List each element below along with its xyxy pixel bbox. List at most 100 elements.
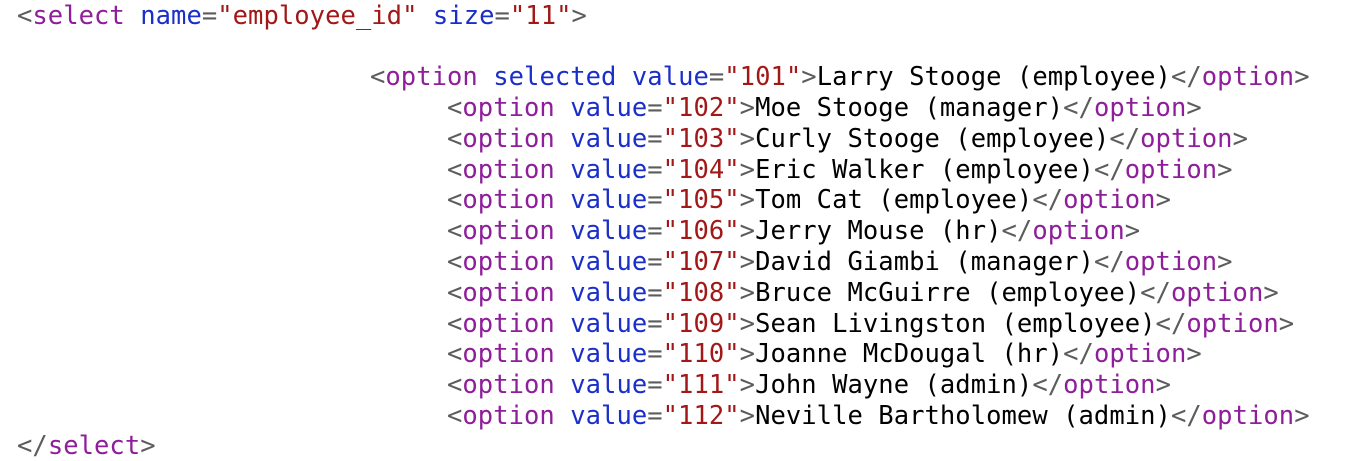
closing-tag-open-bracket: </ [1140, 277, 1171, 308]
option-tag-name: option [462, 247, 555, 277]
option-line: <option value="111">John Wayne (admin)</… [447, 370, 1171, 400]
tag-open-bracket: < [447, 308, 463, 339]
tag-close-bracket: > [1186, 93, 1202, 123]
value-attribute: value [570, 216, 648, 247]
tag-close-bracket: > [1263, 277, 1279, 308]
tag-close-bracket: > [739, 154, 756, 185]
option-closing-tag-name: option [1063, 185, 1156, 216]
equals-sign: = [647, 93, 663, 123]
tag-close-bracket: > [739, 370, 756, 401]
equals-sign: = [647, 216, 663, 247]
option-tag-name: option [462, 401, 555, 431]
select-closing-tag-name: select [47, 431, 141, 461]
size-attribute: size [432, 1, 495, 31]
tag-close-bracket: > [1232, 123, 1248, 154]
option-closing-tag-name: option [1140, 123, 1233, 154]
tag-close-bracket: > [571, 1, 587, 31]
tag-open-bracket: < [447, 247, 463, 277]
tag-close-bracket: > [1186, 339, 1202, 370]
tag-close-bracket: > [739, 216, 756, 247]
option-text: Larry Stooge (employee) [816, 62, 1171, 92]
value-attribute-value: "110" [662, 339, 740, 370]
closing-tag-open-bracket: </ [1032, 185, 1064, 216]
option-closing-tag-name: option [1124, 247, 1218, 277]
closing-tag-open-bracket: </ [1170, 62, 1202, 92]
value-attribute: value [570, 123, 648, 154]
value-attribute-value: "108" [662, 277, 740, 308]
option-text: Sean Livingston (employee) [755, 308, 1156, 339]
option-line-selected: <option selected value="101">Larry Stoog… [370, 62, 1310, 92]
value-attribute-value: "111" [662, 370, 740, 401]
value-attribute-value: "112" [662, 401, 740, 431]
value-attribute-value: "109" [662, 308, 740, 339]
equals-sign: = [201, 1, 218, 31]
option-text: Neville Bartholomew (admin) [755, 401, 1171, 431]
option-tag-name: option [462, 308, 555, 339]
option-tag-name: option [462, 216, 555, 247]
tag-close-bracket: > [739, 123, 756, 154]
tag-close-bracket: > [140, 431, 156, 461]
option-line: <option value="103">Curly Stooge (employ… [447, 124, 1248, 154]
value-attribute-value: "103" [662, 123, 740, 154]
closing-tag-open-bracket: </ [1170, 401, 1202, 431]
equals-sign: = [647, 308, 663, 339]
option-tag-name: option [462, 154, 555, 185]
closing-tag-open-bracket: </ [1063, 339, 1094, 370]
tag-open-bracket: < [447, 216, 463, 247]
equals-sign: = [647, 123, 663, 154]
tag-close-bracket: > [739, 247, 756, 277]
value-attribute: value [570, 401, 648, 431]
select-open-line: <select name="employee_id" size="11"> [17, 1, 587, 31]
value-attribute-value: "104" [662, 154, 740, 185]
option-line: <option value="104">Eric Walker (employe… [447, 155, 1233, 185]
closing-tag-open-bracket: </ [1093, 247, 1125, 277]
option-tag-name: option [462, 185, 555, 216]
value-attribute: value [570, 185, 648, 216]
tag-close-bracket: > [801, 62, 817, 92]
option-line: <option value="109" > Sean Livingston (emp… [447, 309, 1294, 339]
value-attribute: value [570, 308, 648, 339]
option-text: Jerry Mouse (hr) [755, 216, 1002, 247]
option-line: <option value="106">Jerry Mouse (hr)</op… [447, 216, 1140, 246]
tag-open-bracket: < [447, 154, 463, 185]
equals-sign: = [647, 277, 663, 308]
value-attribute-value: "106" [662, 216, 740, 247]
value-attribute-value: "105" [662, 185, 740, 216]
closing-tag-open-bracket: </ [1155, 308, 1187, 339]
value-attribute: value [570, 339, 648, 370]
tag-open-bracket: < [447, 123, 463, 154]
option-tag-name: option [462, 277, 555, 308]
name-attribute-value: "employee_id" [217, 1, 418, 31]
tag-open-bracket: < [447, 277, 463, 308]
source-code-view: <select name="employee_id" size="11"> <o… [0, 0, 1362, 461]
option-closing-tag-name: option [1124, 154, 1218, 185]
value-attribute: value [570, 93, 648, 123]
tag-close-bracket: > [1294, 62, 1310, 92]
tag-close-bracket: > [1294, 401, 1310, 431]
option-closing-tag-name: option [1093, 93, 1187, 123]
closing-tag-open-bracket: </ [17, 431, 48, 461]
option-line: <option value="110">Joanne McDougal (hr)… [447, 339, 1202, 369]
selected-attribute: selected [493, 62, 617, 92]
equals-sign: = [494, 1, 510, 31]
tag-close-bracket: > [739, 339, 756, 370]
tag-open-bracket: < [447, 401, 463, 431]
tag-close-bracket: > [1155, 370, 1171, 401]
option-tag-name: option [462, 339, 555, 370]
tag-close-bracket: > [1155, 185, 1171, 216]
closing-tag-open-bracket: </ [1093, 154, 1125, 185]
equals-sign: = [647, 339, 663, 370]
equals-sign: = [708, 62, 725, 92]
equals-sign: = [647, 370, 663, 401]
option-text: Joanne McDougal (hr) [755, 339, 1064, 370]
option-text: Moe Stooge (manager) [755, 93, 1064, 123]
option-text: Eric Walker (employee) [755, 154, 1094, 185]
tag-close-bracket: > [1278, 308, 1295, 339]
option-closing-tag-name: option [1170, 277, 1264, 308]
value-attribute-value: "107" [662, 247, 740, 277]
tag-open-bracket: < [370, 62, 386, 92]
option-text: John Wayne (admin) [755, 370, 1033, 401]
tag-close-bracket: > [739, 185, 756, 216]
equals-sign: = [647, 185, 663, 216]
value-attribute-value: "101" [724, 62, 802, 92]
